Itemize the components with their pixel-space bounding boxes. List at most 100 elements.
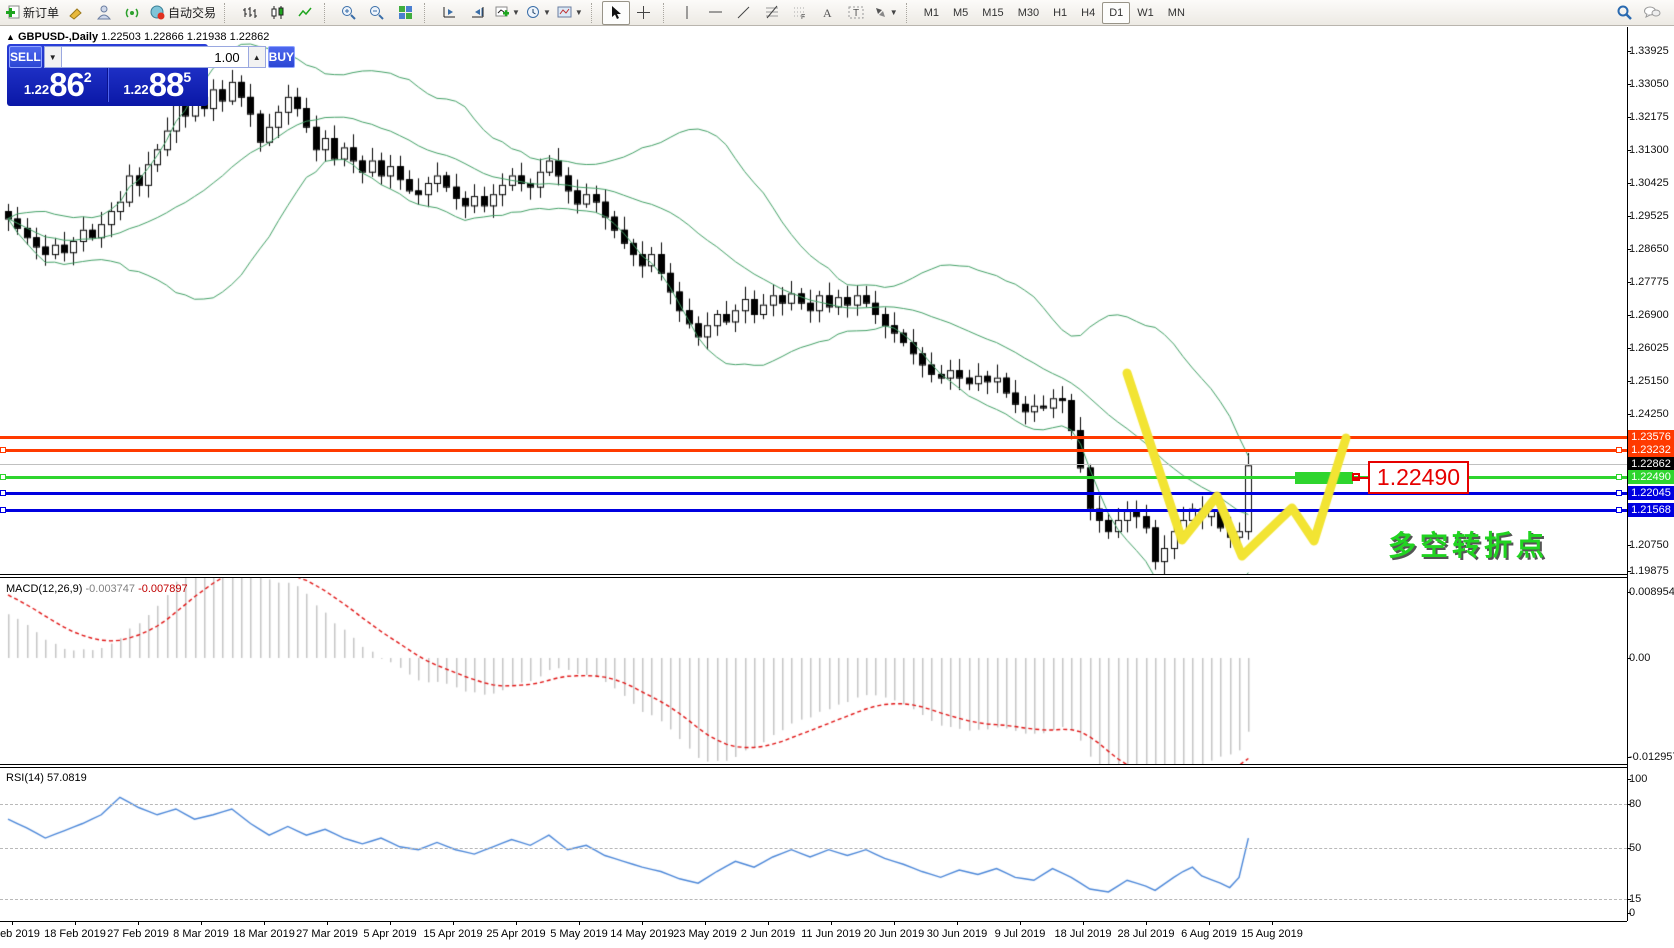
tile-windows-button[interactable] [391,1,419,25]
volume-input[interactable] [62,46,248,68]
line-drag-handle[interactable] [1616,474,1622,480]
chart-note-text[interactable]: 多空转折点 [1388,524,1548,564]
price-axis-tick-label: 1.27775 [1629,276,1674,288]
candlestick-chart-button[interactable] [263,1,291,25]
trendline-tool-button[interactable] [730,1,758,25]
bar-chart-button[interactable] [235,1,263,25]
line-drag-handle[interactable] [0,447,6,453]
volume-decrease-button[interactable]: ▼ [44,46,62,68]
horizontal-line-icon [708,7,723,18]
fibonacci-tool-button[interactable] [758,1,786,25]
tile-windows-icon [398,5,413,20]
time-axis-label: 27 Mar 2019 [296,928,358,940]
toolbar-separator [663,3,671,23]
dropdown-caret-icon: ▼ [512,8,520,17]
timeframe-h1-button[interactable]: H1 [1046,2,1074,24]
time-axis-label: 15 Apr 2019 [423,928,482,940]
line-drag-handle[interactable] [1616,507,1622,513]
grid-tool-button[interactable]: F [786,1,814,25]
profile-icon [97,5,112,20]
price-axis-tick-label: 1.33925 [1629,45,1674,57]
price-level-axis-label: 1.23576 [1628,430,1674,444]
price-axis-tick-label: 1.25150 [1629,375,1674,387]
template-icon [557,5,573,20]
dropdown-caret-icon: ▼ [543,8,551,17]
horizontal-level-line[interactable] [0,509,1627,512]
horizontal-level-line[interactable] [0,449,1627,452]
time-axis-tick [201,922,202,925]
volume-increase-button[interactable]: ▲ [248,46,266,68]
timeframe-d1-button[interactable]: D1 [1102,2,1130,24]
auto-scroll-button[interactable] [463,1,491,25]
rsi-label: RSI(14) 57.0819 [6,772,87,784]
macd-indicator-pane[interactable] [0,578,1627,764]
chart-shift-button[interactable] [435,1,463,25]
pane-separator[interactable] [0,577,1627,578]
timeframe-m30-button[interactable]: M30 [1011,2,1046,24]
horizontal-level-line[interactable] [0,436,1627,439]
timeframe-h4-button[interactable]: H4 [1074,2,1102,24]
line-drag-handle[interactable] [0,507,6,513]
buy-price-display[interactable]: 1.22 88 5 [108,68,207,102]
bar-chart-icon [242,5,257,20]
periods-button[interactable]: ▼ [523,1,554,25]
horizontal-line-tool-button[interactable] [702,1,730,25]
line-drag-handle[interactable] [1616,490,1622,496]
pane-separator[interactable] [0,767,1627,768]
arrows-tool-button[interactable]: ▼ [870,1,901,25]
chat-button[interactable] [1638,1,1666,25]
signals-button[interactable] [118,1,146,25]
timeframe-m15-button[interactable]: M15 [975,2,1010,24]
pane-separator[interactable] [0,574,1627,575]
sell-price-display[interactable]: 1.22 86 2 [9,68,108,102]
signal-icon [125,5,140,20]
one-click-trading-panel: SELL ▼ ▲ BUY 1.22 86 2 1.22 88 5 [7,44,208,106]
time-axis-label: 18 Feb 2019 [44,928,106,940]
cursor-tool-button[interactable] [602,1,630,25]
key-level-highlight-zone[interactable] [1295,472,1353,484]
timeframe-mn-button[interactable]: MN [1161,2,1192,24]
label-tool-button[interactable]: T [842,1,870,25]
svg-text:F: F [801,14,805,20]
price-level-axis-label: 1.22045 [1628,486,1674,500]
zoom-in-button[interactable] [335,1,363,25]
text-tool-button[interactable]: A [814,1,842,25]
templates-button[interactable]: ▼ [554,1,586,25]
timeframe-w1-button[interactable]: W1 [1130,2,1161,24]
main-toolbar: 新订单 自动交易 ▼ ▼ ▼ F A T ▼ M1 M5 M15 M30 H1 … [0,0,1674,26]
zoom-out-icon [369,5,385,21]
styles-button[interactable] [62,1,90,25]
timeframe-m5-button[interactable]: M5 [946,2,975,24]
line-drag-handle[interactable] [1616,447,1622,453]
buy-button[interactable]: BUY [268,46,295,68]
profile-button[interactable] [90,1,118,25]
buy-price-prefix: 1.22 [123,82,148,97]
timeframe-m1-button[interactable]: M1 [917,2,946,24]
sell-button[interactable]: SELL [9,46,42,68]
zoom-out-button[interactable] [363,1,391,25]
time-axis-tick [1209,922,1210,925]
pane-separator[interactable] [0,764,1627,765]
price-axis-tick-label: 1.26900 [1629,309,1674,321]
search-button[interactable] [1610,1,1638,25]
rsi-axis-tick-label: 50 [1629,842,1674,854]
collapse-panel-icon[interactable]: ▲ [6,32,15,42]
buy-price-main: 88 [149,70,184,100]
vertical-line-icon [682,5,693,20]
callout-anchor-handle[interactable] [1352,473,1360,481]
time-axis-line [0,921,1627,922]
line-drag-handle[interactable] [0,490,6,496]
time-axis-label: 28 Jul 2019 [1118,928,1175,940]
rsi-axis-tick-label: 15 [1629,893,1674,905]
autotrading-button[interactable]: 自动交易 [146,1,219,25]
price-callout-label[interactable]: 1.22490 [1368,461,1469,494]
vertical-line-tool-button[interactable] [674,1,702,25]
time-axis-tick [1272,922,1273,925]
line-chart-button[interactable] [291,1,319,25]
macd-signal-value: -0.007897 [138,583,188,595]
rsi-axis-tick-label: 0 [1629,907,1674,919]
crosshair-tool-button[interactable] [630,1,658,25]
line-drag-handle[interactable] [0,474,6,480]
indicators-button[interactable]: ▼ [491,1,523,25]
new-order-button[interactable]: 新订单 [2,1,62,25]
